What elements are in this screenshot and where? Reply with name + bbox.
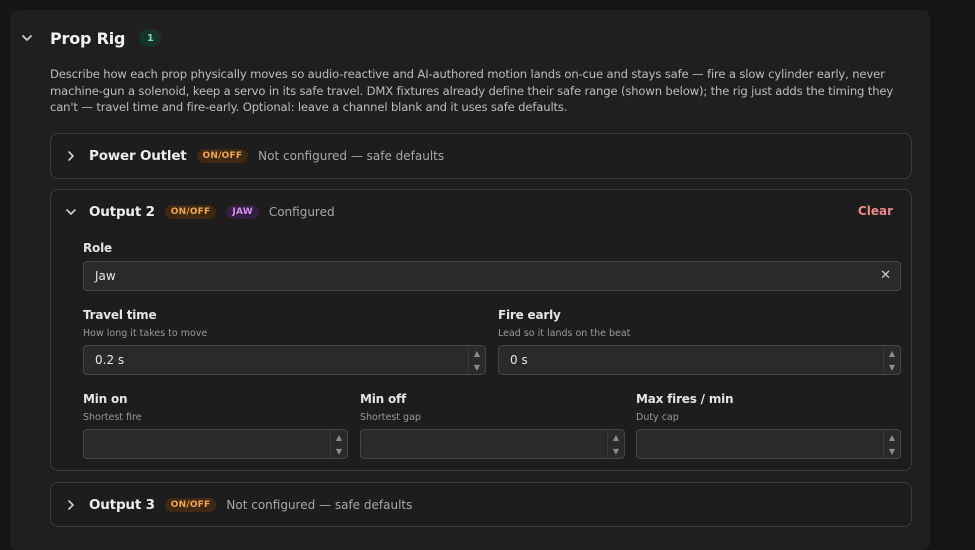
travel-time-input[interactable]: 0.2 s ▲ ▼ bbox=[83, 345, 486, 375]
section-header[interactable]: Prop Rig 1 bbox=[20, 20, 162, 56]
type-tag: ON/OFF bbox=[164, 205, 217, 219]
max-fires-input[interactable]: ▲ ▼ bbox=[636, 429, 901, 459]
caret-down-icon[interactable]: ▼ bbox=[608, 444, 624, 458]
clear-button[interactable]: Clear bbox=[858, 204, 893, 218]
role-value: Jaw bbox=[95, 269, 116, 283]
travel-time-value: 0.2 s bbox=[95, 353, 125, 367]
caret-down-icon[interactable]: ▼ bbox=[884, 360, 900, 374]
chevron-right-icon[interactable] bbox=[65, 150, 77, 162]
caret-up-icon[interactable]: ▲ bbox=[608, 430, 624, 444]
min-off-label: Min off bbox=[360, 392, 407, 406]
channel-name: Output 3 bbox=[89, 497, 155, 513]
role-label: Role bbox=[83, 241, 112, 255]
caret-down-icon[interactable]: ▼ bbox=[884, 444, 900, 458]
min-on-stepper[interactable]: ▲ ▼ bbox=[330, 430, 347, 458]
min-off-hint: Shortest gap bbox=[360, 412, 421, 423]
min-off-stepper[interactable]: ▲ ▼ bbox=[607, 430, 624, 458]
caret-up-icon[interactable]: ▲ bbox=[469, 346, 485, 360]
channel-status: Configured bbox=[268, 205, 335, 219]
travel-time-label: Travel time bbox=[83, 308, 157, 322]
channel-status: Not configured — safe defaults bbox=[226, 498, 413, 512]
channel-header[interactable]: Output 2 ON/OFF JAW Configured bbox=[51, 190, 911, 234]
max-fires-label: Max fires / min bbox=[636, 392, 734, 406]
channel-card-output-2: Output 2 ON/OFF JAW Configured Clear Rol… bbox=[50, 189, 912, 471]
max-fires-hint: Duty cap bbox=[636, 412, 679, 423]
type-tag: ON/OFF bbox=[164, 498, 217, 512]
chevron-down-icon[interactable] bbox=[20, 31, 34, 45]
fire-early-value: 0 s bbox=[510, 353, 528, 367]
travel-time-hint: How long it takes to move bbox=[83, 328, 208, 339]
caret-up-icon[interactable]: ▲ bbox=[331, 430, 347, 444]
fire-early-label: Fire early bbox=[498, 308, 561, 322]
chevron-right-icon[interactable] bbox=[65, 499, 77, 511]
fire-early-input[interactable]: 0 s ▲ ▼ bbox=[498, 345, 901, 375]
caret-down-icon[interactable]: ▼ bbox=[469, 360, 485, 374]
close-icon[interactable]: ✕ bbox=[880, 268, 891, 283]
role-input[interactable]: Jaw ✕ bbox=[83, 261, 901, 291]
min-on-input[interactable]: ▲ ▼ bbox=[83, 429, 348, 459]
section-description: Describe how each prop physically moves … bbox=[50, 67, 894, 114]
caret-down-icon[interactable]: ▼ bbox=[331, 444, 347, 458]
channel-header[interactable]: Power Outlet ON/OFF Not configured — saf… bbox=[51, 134, 911, 178]
fire-early-stepper[interactable]: ▲ ▼ bbox=[883, 346, 900, 374]
chevron-down-icon[interactable] bbox=[65, 206, 77, 218]
travel-time-stepper[interactable]: ▲ ▼ bbox=[468, 346, 485, 374]
min-off-input[interactable]: ▲ ▼ bbox=[360, 429, 625, 459]
type-tag: ON/OFF bbox=[196, 149, 249, 163]
channel-status: Not configured — safe defaults bbox=[258, 149, 445, 163]
min-on-hint: Shortest fire bbox=[83, 412, 142, 423]
caret-up-icon[interactable]: ▲ bbox=[884, 430, 900, 444]
section-title: Prop Rig bbox=[50, 28, 126, 48]
channel-name: Output 2 bbox=[89, 204, 155, 220]
max-fires-stepper[interactable]: ▲ ▼ bbox=[883, 430, 900, 458]
channel-name: Power Outlet bbox=[89, 148, 187, 164]
caret-up-icon[interactable]: ▲ bbox=[884, 346, 900, 360]
count-badge: 1 bbox=[139, 29, 162, 47]
channel-header[interactable]: Output 3 ON/OFF Not configured — safe de… bbox=[51, 483, 911, 527]
channel-card-output-3: Output 3 ON/OFF Not configured — safe de… bbox=[50, 482, 912, 527]
role-tag: JAW bbox=[226, 205, 259, 219]
min-on-label: Min on bbox=[83, 392, 128, 406]
fire-early-hint: Lead so it lands on the beat bbox=[498, 328, 631, 339]
channel-card-power-outlet: Power Outlet ON/OFF Not configured — saf… bbox=[50, 133, 912, 179]
